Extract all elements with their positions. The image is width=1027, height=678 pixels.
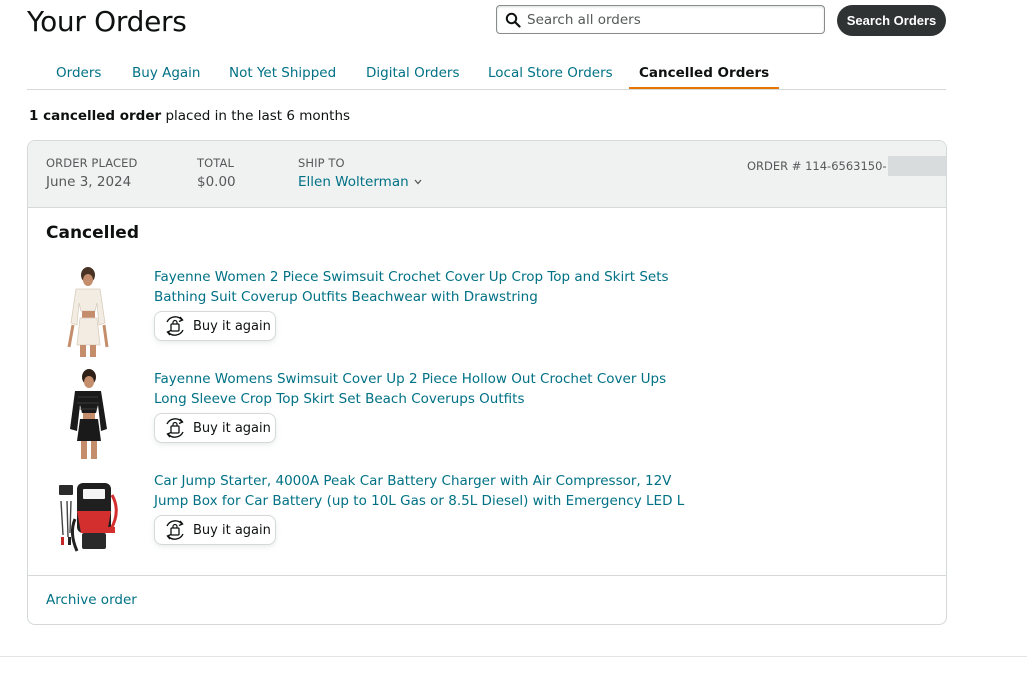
search-box[interactable] [496,5,825,34]
order-item: Car Jump Starter, 4000A Peak Car Battery… [28,471,946,563]
buy-it-again-button[interactable]: Buy it again [154,311,276,341]
product-image[interactable] [55,471,119,563]
order-placed-date: June 3, 2024 [46,174,132,190]
order-card: ORDER PLACED June 3, 2024 TOTAL $0.00 SH… [27,140,947,625]
product-title-link[interactable]: Car Jump Starter, 4000A Peak Car Battery… [154,471,694,511]
orders-page: Your Orders Search Orders Orders Buy Aga… [0,0,1027,678]
tab-local-store-orders[interactable]: Local Store Orders [488,58,613,89]
card-divider [28,575,946,576]
order-placed-label: ORDER PLACED [46,156,138,170]
ship-to-label: SHIP TO [298,156,345,170]
order-number: ORDER # 114-6563150- [747,156,946,176]
redacted-block [887,156,946,176]
order-total-value: $0.00 [197,174,236,190]
order-item: Fayenne Womens Swimsuit Cover Up 2 Piece… [28,369,946,461]
tab-orders[interactable]: Orders [56,58,101,89]
buy-it-again-button[interactable]: Buy it again [154,413,276,443]
product-image[interactable] [55,369,119,461]
tab-digital-orders[interactable]: Digital Orders [366,58,459,89]
ship-to-link[interactable]: Ellen Wolterman [298,174,422,190]
tab-cancelled-orders[interactable]: Cancelled Orders [629,58,780,89]
buy-again-icon [163,417,187,439]
buy-it-again-label: Buy it again [193,318,271,334]
tab-buy-again[interactable]: Buy Again [132,58,200,89]
product-image[interactable] [55,267,119,359]
orders-summary: 1 cancelled order placed in the last 6 m… [29,107,350,125]
page-divider [0,656,1027,657]
page-title: Your Orders [27,5,187,38]
buy-again-icon [163,519,187,541]
chevron-down-icon [414,179,422,185]
buy-it-again-label: Buy it again [193,522,271,538]
search-input[interactable] [527,11,817,28]
order-total-label: TOTAL [197,156,234,170]
order-status: Cancelled [46,223,140,243]
search-orders-button[interactable]: Search Orders [837,5,946,36]
order-header: ORDER PLACED June 3, 2024 TOTAL $0.00 SH… [28,141,946,208]
tab-not-yet-shipped[interactable]: Not Yet Shipped [229,58,336,89]
ship-to-name: Ellen Wolterman [298,174,409,190]
order-item: Fayenne Women 2 Piece Swimsuit Crochet C… [28,267,946,359]
buy-it-again-label: Buy it again [193,420,271,436]
buy-it-again-button[interactable]: Buy it again [154,515,276,545]
buy-again-icon [163,315,187,337]
summary-count: 1 cancelled order [29,108,162,124]
archive-order-link[interactable]: Archive order [46,592,137,608]
product-title-link[interactable]: Fayenne Women 2 Piece Swimsuit Crochet C… [154,267,694,307]
search-icon [505,12,521,28]
summary-rest: placed in the last 6 months [161,108,351,124]
order-tabs: Orders Buy Again Not Yet Shipped Digital… [27,58,946,90]
product-title-link[interactable]: Fayenne Womens Swimsuit Cover Up 2 Piece… [154,369,694,409]
order-number-text: ORDER # 114-6563150- [747,159,887,173]
